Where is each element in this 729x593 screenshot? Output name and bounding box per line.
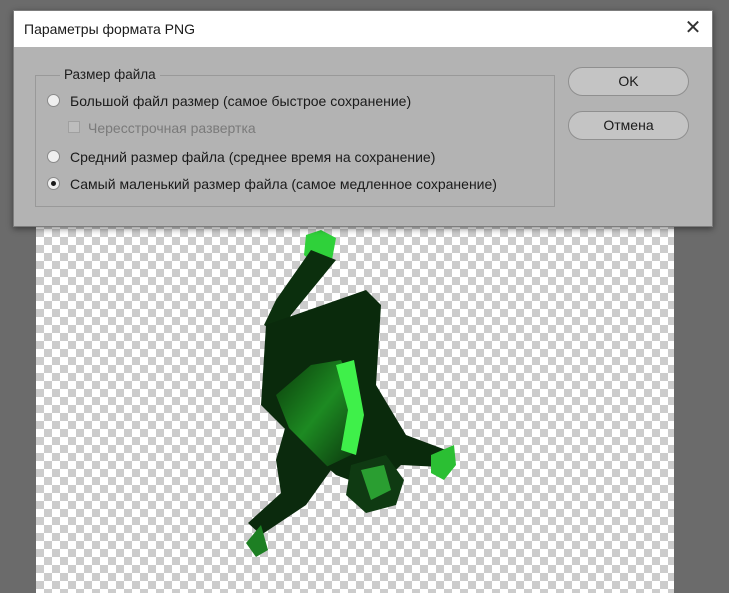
ok-button[interactable]: OK [568,67,689,96]
close-icon[interactable]: ✕ [684,18,702,38]
file-size-group-label: Размер файла [60,67,160,82]
option-medium-file-label: Средний размер файла (среднее время на с… [70,149,436,165]
dialog-titlebar: Параметры формата PNG ✕ [14,11,712,47]
cancel-button[interactable]: Отмена [568,111,689,140]
option-large-file-label: Большой файл размер (самое быстрое сохра… [70,93,412,109]
interlaced-label: Чересстрочная развертка [88,120,256,136]
transparent-canvas [36,205,674,593]
png-options-dialog: Параметры формата PNG ✕ Размер файла Бол… [13,10,713,227]
option-smallest-file-label: Самый маленький размер файла (самое медл… [70,176,497,192]
interlaced-checkbox[interactable] [68,121,80,133]
green-figure-image [246,230,456,557]
radio-smallest-file[interactable] [47,177,60,190]
radio-medium-file[interactable] [47,150,60,163]
dialog-title: Параметры формата PNG [24,21,195,37]
radio-large-file[interactable] [47,94,60,107]
